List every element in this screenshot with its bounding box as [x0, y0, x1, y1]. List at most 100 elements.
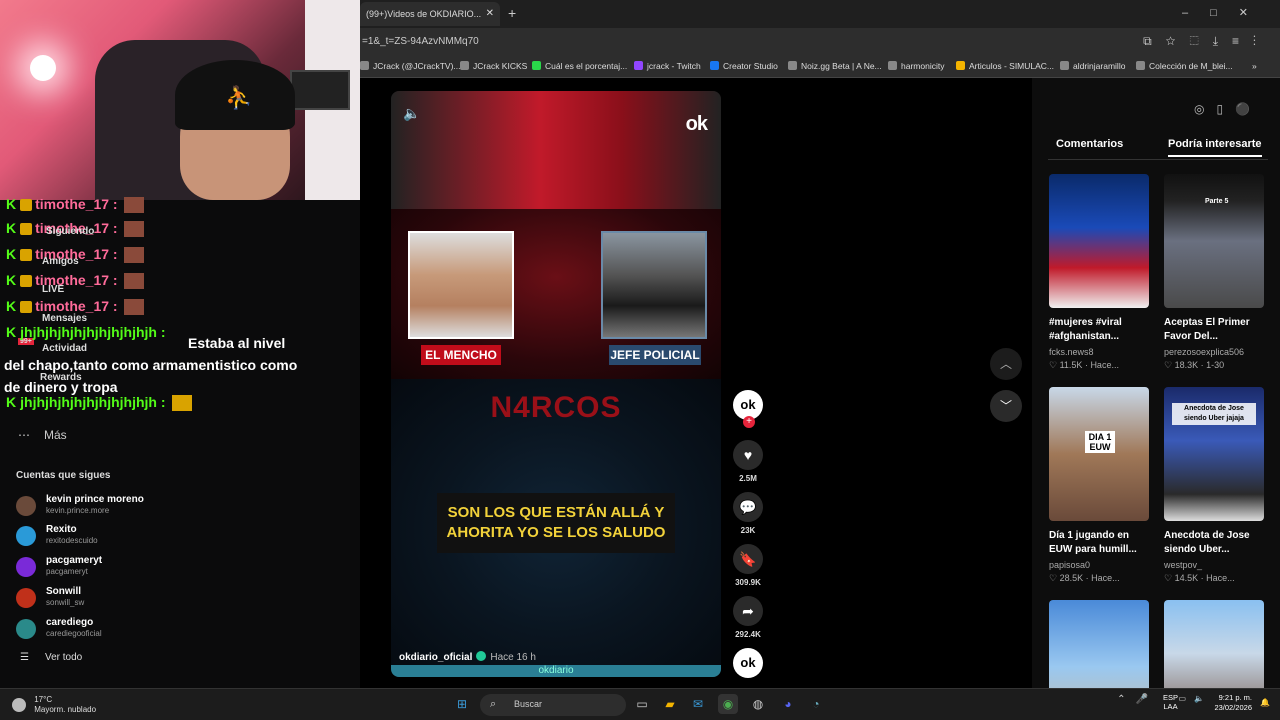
card-title: Aceptas El Primer Favor Del... — [1164, 317, 1250, 342]
steam-icon[interactable]: ◔ — [806, 694, 826, 714]
bookmark-favicon-icon — [460, 61, 469, 70]
card-likes: 28.5K — [1059, 573, 1084, 583]
suggested-video-card[interactable]: Parte 5 Aceptas El Primer Favor Del... p… — [1164, 174, 1266, 371]
comment-button[interactable]: 💬 23K — [732, 492, 764, 535]
notifications-icon[interactable]: 🔔 — [1260, 698, 1270, 707]
clock[interactable]: 9:21 p. m. 23/02/2026 — [1214, 693, 1252, 713]
tab-suggested[interactable]: Podría interesarte — [1168, 138, 1262, 157]
nav-live[interactable]: LIVE — [42, 284, 64, 295]
bookmark-item[interactable]: harmonicity — [888, 61, 944, 71]
mail-icon[interactable]: ✉ — [688, 694, 708, 714]
bookmark-label: aldrinjaramillo — [1073, 61, 1126, 71]
like-count: 2.5M — [739, 474, 757, 483]
bookmark-label: Cuál es el porcentaj... — [545, 61, 628, 71]
chat-message: Ktimothe_17 : — [6, 272, 144, 290]
like-button[interactable]: ♥ 2.5M — [732, 440, 764, 483]
nav-messages[interactable]: Mensajes — [42, 313, 87, 324]
bookmark-item[interactable]: Articulos - SIMULAC... — [956, 61, 1054, 71]
new-tab-icon[interactable]: + — [508, 5, 516, 21]
bookmark-favicon-icon — [532, 61, 541, 70]
discord-icon[interactable]: ◕ — [778, 694, 798, 714]
bookmark-icon: 🔖 — [733, 544, 763, 574]
nav-following[interactable]: Siguiendo — [46, 226, 94, 237]
video-progress-bar[interactable]: okdiario — [391, 665, 721, 677]
card-time: 1-30 — [1206, 360, 1225, 370]
bookmark-item[interactable]: Cuál es el porcentaj... — [532, 61, 627, 71]
account-name: pacgameryt — [46, 555, 103, 566]
follow-plus-icon[interactable]: + — [743, 416, 755, 428]
chat-username[interactable]: timothe_17 : — [35, 196, 117, 212]
emote-icon — [123, 221, 144, 238]
task-view-icon[interactable]: ▭ — [632, 694, 652, 714]
chat-message-text: Estaba al nivel del chapo,tanto como arm… — [4, 335, 298, 395]
bookmark-item[interactable]: aldrinjaramillo — [1060, 61, 1125, 71]
chat-username[interactable]: timothe_17 : — [35, 298, 117, 314]
bookmark-item[interactable]: Noiz.gg Beta | A Ne... — [788, 61, 882, 71]
bookmark-item[interactable]: jcrack - Twitch — [634, 61, 701, 71]
suggested-video-card[interactable]: DIA 1 EUW Día 1 jugando en EUW para humi… — [1049, 387, 1151, 584]
following-account[interactable]: kevin prince moreno kevin.prince.more — [16, 494, 216, 520]
close-tab-icon[interactable]: ✕ — [486, 8, 494, 19]
more-menu[interactable]: ⋯ Más — [18, 428, 67, 442]
search-placeholder: Buscar — [514, 699, 543, 709]
emote-icon — [123, 273, 144, 290]
browser-tab[interactable]: (99+)Videos de OKDIARIO... ✕ — [360, 2, 500, 26]
following-account[interactable]: carediego carediegooficial — [16, 617, 216, 643]
video-player[interactable]: 🔈 ok EL MENCHO JEFE POLICIAL N4RCOS SON … — [391, 91, 721, 677]
creator-avatar-button[interactable]: ok + — [732, 390, 764, 428]
url-field[interactable]: =1&_t=ZS-94AzvNMMq70 — [362, 36, 479, 47]
browser-tabbar: (99+)Videos de OKDIARIO... ✕ + –□✕ — [360, 0, 1280, 28]
windows-start-icon[interactable]: ⊞ — [452, 694, 472, 714]
emote-icon — [123, 197, 144, 214]
obs-icon[interactable]: ◍ — [748, 694, 768, 714]
tab-comments[interactable]: Comentarios — [1056, 138, 1123, 150]
system-icons[interactable]: ▭🔈 — [1178, 694, 1212, 703]
see-all-button[interactable]: ☰ Ver todo — [20, 652, 98, 663]
okdiario-logo: ok — [685, 113, 708, 135]
account-handle: pacgameryt — [46, 567, 88, 576]
taskbar-search[interactable]: ⌕ Buscar — [480, 694, 626, 716]
bookmarks-overflow-icon[interactable]: » — [1252, 61, 1257, 71]
video-author[interactable]: okdiario_oficial Hace 16 h — [399, 651, 536, 663]
suggested-video-card[interactable]: Anecdota de Jose siendo Uber jajaja Anec… — [1164, 387, 1266, 584]
heart-icon: ♡ — [1049, 573, 1060, 583]
file-explorer-icon[interactable]: ▰ — [660, 694, 680, 714]
following-account[interactable]: Rexito rexitodescuido — [16, 524, 216, 550]
sound-button[interactable]: ok — [732, 648, 764, 678]
comment-icon: 💬 — [733, 492, 763, 522]
sub-badge-icon — [20, 223, 33, 236]
window-controls[interactable]: –□✕ — [1182, 6, 1270, 19]
following-account[interactable]: Sonwill sonwill_sw — [16, 586, 216, 612]
avatar — [16, 557, 36, 577]
bookmark-item[interactable]: JCrack KICKS — [460, 61, 527, 71]
police-chief-label: JEFE POLICIAL — [609, 345, 701, 365]
windows-taskbar: 17°C Mayorm. nublado ⊞ ⌕ Buscar ▭ ▰ ✉ ◉ ◍ … — [0, 688, 1280, 720]
account-handle: rexitodescuido — [46, 536, 98, 545]
share-icon: ➦ — [733, 596, 763, 626]
bookmark-favicon-icon — [788, 61, 797, 70]
tab-title: (99+)Videos de OKDIARIO... — [366, 9, 482, 19]
suggested-video-card[interactable]: #mujeres #viral #afghanistan... fcks.new… — [1049, 174, 1151, 371]
bookmark-item[interactable]: Creator Studio — [710, 61, 778, 71]
next-video-button[interactable]: ﹀ — [990, 390, 1022, 422]
tray-icons[interactable]: ⌃🎤 — [1117, 694, 1158, 705]
share-button[interactable]: ➦ 292.4K — [732, 596, 764, 639]
following-account[interactable]: pacgameryt pacgameryt — [16, 555, 216, 581]
weather-widget[interactable]: 17°C Mayorm. nublado — [12, 695, 96, 715]
panel-icons[interactable]: ◎▯⚫ — [1194, 102, 1262, 116]
card-stats: ♡ 11.5K · Hace... — [1049, 360, 1119, 370]
toolbar-icons[interactable]: ⧉☆⬚⤓≡⋮ — [1143, 34, 1270, 49]
chat-username[interactable]: jhjhjhjhjhjhjhjhjhjhjh : — [20, 394, 165, 410]
save-button[interactable]: 🔖 309.9K — [732, 544, 764, 587]
following-title: Cuentas que sigues — [16, 470, 111, 481]
comment-count: 23K — [740, 526, 756, 535]
sub-badge-icon — [20, 275, 33, 288]
nav-friends[interactable]: Amigos — [42, 256, 79, 267]
bookmark-item[interactable]: JCrack (@JCrackTV)... — [360, 61, 461, 71]
previous-video-button[interactable]: ︿ — [990, 348, 1022, 380]
bookmark-item[interactable]: Colección de M_blei... — [1136, 61, 1233, 71]
volume-icon[interactable]: 🔈 — [403, 105, 420, 122]
language-indicator[interactable]: ESP LAA — [1163, 693, 1178, 711]
kick-icon: K — [6, 246, 17, 262]
chrome-icon[interactable]: ◉ — [718, 694, 738, 714]
